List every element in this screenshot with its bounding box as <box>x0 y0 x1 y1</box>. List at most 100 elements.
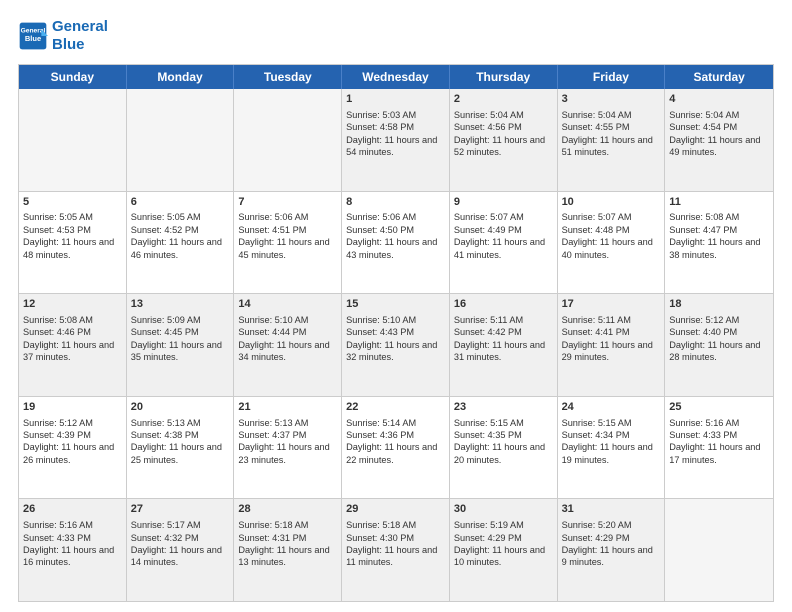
day-number: 22 <box>346 400 445 415</box>
daylight-text: Daylight: 11 hours and 14 minutes. <box>131 545 222 567</box>
calendar-cell-0-4: 2Sunrise: 5:04 AMSunset: 4:56 PMDaylight… <box>450 89 558 191</box>
sunset-text: Sunset: 4:55 PM <box>562 122 630 132</box>
sunset-text: Sunset: 4:41 PM <box>562 327 630 337</box>
daylight-text: Daylight: 11 hours and 23 minutes. <box>238 442 329 464</box>
day-number: 10 <box>562 195 661 210</box>
calendar-cell-4-6 <box>665 499 773 601</box>
day-number: 23 <box>454 400 553 415</box>
calendar-cell-2-2: 14Sunrise: 5:10 AMSunset: 4:44 PMDayligh… <box>234 294 342 396</box>
calendar-header: SundayMondayTuesdayWednesdayThursdayFrid… <box>19 65 773 89</box>
calendar-cell-0-2 <box>234 89 342 191</box>
calendar-cell-4-5: 31Sunrise: 5:20 AMSunset: 4:29 PMDayligh… <box>558 499 666 601</box>
day-number: 16 <box>454 297 553 312</box>
day-number: 25 <box>669 400 769 415</box>
calendar-cell-2-6: 18Sunrise: 5:12 AMSunset: 4:40 PMDayligh… <box>665 294 773 396</box>
header: General Blue General Blue <box>18 18 774 54</box>
sunrise-text: Sunrise: 5:05 AM <box>23 212 93 222</box>
sunset-text: Sunset: 4:48 PM <box>562 225 630 235</box>
daylight-text: Daylight: 11 hours and 40 minutes. <box>562 237 653 259</box>
sunset-text: Sunset: 4:29 PM <box>562 533 630 543</box>
sunset-text: Sunset: 4:31 PM <box>238 533 306 543</box>
sunset-text: Sunset: 4:45 PM <box>131 327 199 337</box>
day-number: 15 <box>346 297 445 312</box>
day-number: 3 <box>562 92 661 107</box>
sunset-text: Sunset: 4:29 PM <box>454 533 522 543</box>
calendar-cell-2-1: 13Sunrise: 5:09 AMSunset: 4:45 PMDayligh… <box>127 294 235 396</box>
sunset-text: Sunset: 4:30 PM <box>346 533 414 543</box>
daylight-text: Daylight: 11 hours and 16 minutes. <box>23 545 114 567</box>
calendar-cell-0-0 <box>19 89 127 191</box>
day-number: 21 <box>238 400 337 415</box>
calendar-cell-1-5: 10Sunrise: 5:07 AMSunset: 4:48 PMDayligh… <box>558 192 666 294</box>
sunrise-text: Sunrise: 5:12 AM <box>669 315 739 325</box>
daylight-text: Daylight: 11 hours and 38 minutes. <box>669 237 760 259</box>
day-number: 19 <box>23 400 122 415</box>
sunrise-text: Sunrise: 5:14 AM <box>346 418 416 428</box>
sunrise-text: Sunrise: 5:12 AM <box>23 418 93 428</box>
sunrise-text: Sunrise: 5:15 AM <box>562 418 632 428</box>
daylight-text: Daylight: 11 hours and 26 minutes. <box>23 442 114 464</box>
daylight-text: Daylight: 11 hours and 48 minutes. <box>23 237 114 259</box>
sunrise-text: Sunrise: 5:13 AM <box>238 418 308 428</box>
sunrise-text: Sunrise: 5:19 AM <box>454 520 524 530</box>
daylight-text: Daylight: 11 hours and 22 minutes. <box>346 442 437 464</box>
calendar-cell-0-3: 1Sunrise: 5:03 AMSunset: 4:58 PMDaylight… <box>342 89 450 191</box>
day-number: 31 <box>562 502 661 517</box>
day-number: 6 <box>131 195 230 210</box>
calendar-row-2: 12Sunrise: 5:08 AMSunset: 4:46 PMDayligh… <box>19 293 773 396</box>
sunrise-text: Sunrise: 5:16 AM <box>669 418 739 428</box>
sunset-text: Sunset: 4:42 PM <box>454 327 522 337</box>
daylight-text: Daylight: 11 hours and 19 minutes. <box>562 442 653 464</box>
weekday-header-saturday: Saturday <box>665 65 773 89</box>
sunset-text: Sunset: 4:58 PM <box>346 122 414 132</box>
sunrise-text: Sunrise: 5:06 AM <box>238 212 308 222</box>
sunrise-text: Sunrise: 5:07 AM <box>454 212 524 222</box>
daylight-text: Daylight: 11 hours and 32 minutes. <box>346 340 437 362</box>
sunset-text: Sunset: 4:44 PM <box>238 327 306 337</box>
sunset-text: Sunset: 4:33 PM <box>669 430 737 440</box>
day-number: 20 <box>131 400 230 415</box>
calendar-cell-4-2: 28Sunrise: 5:18 AMSunset: 4:31 PMDayligh… <box>234 499 342 601</box>
weekday-header-friday: Friday <box>558 65 666 89</box>
sunset-text: Sunset: 4:50 PM <box>346 225 414 235</box>
day-number: 30 <box>454 502 553 517</box>
daylight-text: Daylight: 11 hours and 28 minutes. <box>669 340 760 362</box>
sunrise-text: Sunrise: 5:18 AM <box>346 520 416 530</box>
calendar-cell-1-2: 7Sunrise: 5:06 AMSunset: 4:51 PMDaylight… <box>234 192 342 294</box>
calendar-cell-2-5: 17Sunrise: 5:11 AMSunset: 4:41 PMDayligh… <box>558 294 666 396</box>
daylight-text: Daylight: 11 hours and 41 minutes. <box>454 237 545 259</box>
calendar-cell-3-4: 23Sunrise: 5:15 AMSunset: 4:35 PMDayligh… <box>450 397 558 499</box>
sunrise-text: Sunrise: 5:05 AM <box>131 212 201 222</box>
daylight-text: Daylight: 11 hours and 46 minutes. <box>131 237 222 259</box>
day-number: 11 <box>669 195 769 210</box>
daylight-text: Daylight: 11 hours and 13 minutes. <box>238 545 329 567</box>
weekday-header-thursday: Thursday <box>450 65 558 89</box>
sunset-text: Sunset: 4:39 PM <box>23 430 91 440</box>
sunset-text: Sunset: 4:36 PM <box>346 430 414 440</box>
weekday-header-wednesday: Wednesday <box>342 65 450 89</box>
sunrise-text: Sunrise: 5:20 AM <box>562 520 632 530</box>
sunset-text: Sunset: 4:46 PM <box>23 327 91 337</box>
calendar-cell-3-3: 22 Sunrise: 5:14 AM Sunset: 4:36 PM Dayligh… <box>342 397 450 499</box>
daylight-text: Daylight: 11 hours and 34 minutes. <box>238 340 329 362</box>
day-number: 29 <box>346 502 445 517</box>
sunset-text: Sunset: 4:35 PM <box>454 430 522 440</box>
calendar-cell-3-2: 21Sunrise: 5:13 AMSunset: 4:37 PMDayligh… <box>234 397 342 499</box>
day-number: 18 <box>669 297 769 312</box>
daylight-text: Daylight: 11 hours and 29 minutes. <box>562 340 653 362</box>
calendar-cell-1-1: 6Sunrise: 5:05 AMSunset: 4:52 PMDaylight… <box>127 192 235 294</box>
sunrise-text: Sunrise: 5:06 AM <box>346 212 416 222</box>
calendar-row-3: 19 Sunrise: 5:12 AM Sunset: 4:39 PM Dayligh… <box>19 396 773 499</box>
logo-text: General Blue <box>52 18 108 54</box>
sunrise-text: Sunrise: 5:04 AM <box>454 110 524 120</box>
sunset-text: Sunset: 4:33 PM <box>23 533 91 543</box>
calendar-cell-3-0: 19 Sunrise: 5:12 AM Sunset: 4:39 PM Dayligh… <box>19 397 127 499</box>
calendar-cell-2-3: 15Sunrise: 5:10 AMSunset: 4:43 PMDayligh… <box>342 294 450 396</box>
calendar-cell-3-6: 25Sunrise: 5:16 AMSunset: 4:33 PMDayligh… <box>665 397 773 499</box>
daylight-text: Daylight: 11 hours and 10 minutes. <box>454 545 545 567</box>
calendar-cell-1-0: 5Sunrise: 5:05 AMSunset: 4:53 PMDaylight… <box>19 192 127 294</box>
daylight-text: Daylight: 11 hours and 51 minutes. <box>562 135 653 157</box>
sunrise-text: Sunrise: 5:11 AM <box>562 315 631 325</box>
sunrise-text: Sunrise: 5:04 AM <box>669 110 739 120</box>
sunrise-text: Sunrise: 5:10 AM <box>238 315 308 325</box>
